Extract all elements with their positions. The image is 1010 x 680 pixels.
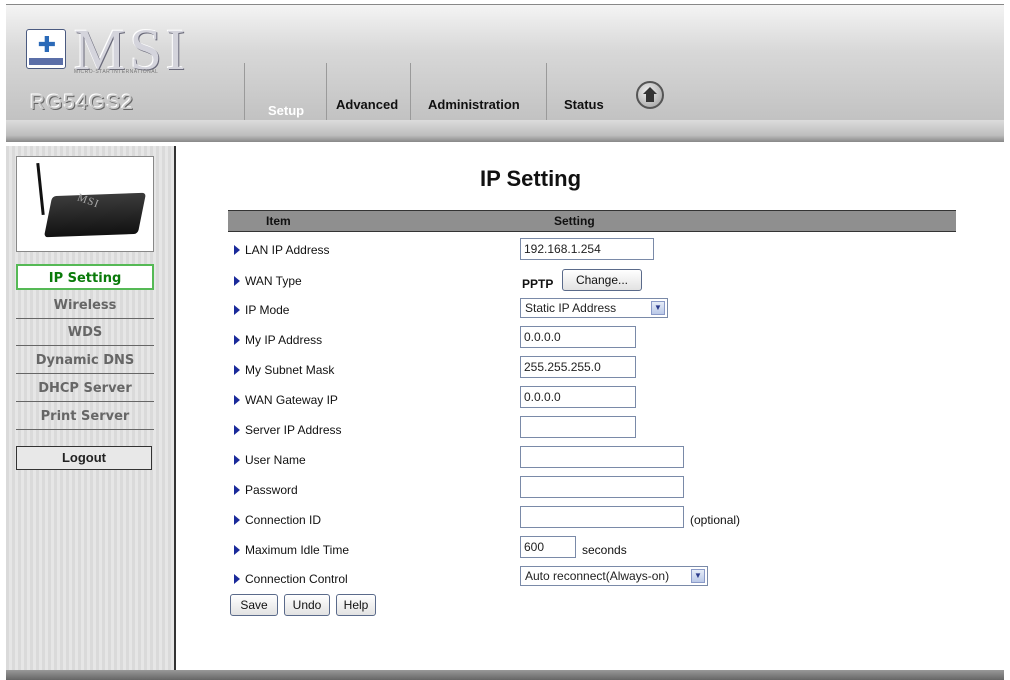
header-sub-bar — [6, 120, 1004, 142]
idle-time-input[interactable]: 600 — [520, 536, 576, 558]
column-header-item: Item — [266, 214, 291, 228]
arrow-right-icon — [234, 425, 240, 435]
header-banner: ✚ MSI MICRO-STAR INTERNATIONAL RG54GS2 S… — [6, 4, 1004, 121]
connection-id-input[interactable] — [520, 506, 684, 528]
connection-control-select[interactable]: Auto reconnect(Always-on) ▼ — [520, 566, 708, 586]
home-icon[interactable] — [636, 81, 664, 109]
row-label-subnet: My Subnet Mask — [234, 363, 334, 377]
sidebar-item-ip-setting[interactable]: IP Setting — [16, 264, 154, 290]
msi-badge-icon: ✚ — [26, 29, 66, 69]
tab-advanced[interactable]: Advanced — [336, 97, 398, 112]
optional-note: (optional) — [690, 513, 741, 527]
msi-logo: ✚ MSI MICRO-STAR INTERNATIONAL — [22, 19, 212, 79]
ip-mode-select[interactable]: Static IP Address ▼ — [520, 298, 668, 318]
router-product-image: MSI — [16, 156, 154, 252]
save-button[interactable]: Save — [230, 594, 278, 616]
nav-divider — [410, 63, 411, 121]
arrow-right-icon — [234, 574, 240, 584]
tab-setup[interactable]: Setup — [268, 103, 304, 118]
nav-divider — [244, 63, 245, 121]
row-label-server-ip: Server IP Address — [234, 423, 342, 437]
nav-divider — [326, 63, 327, 121]
lan-ip-input[interactable]: 192.168.1.254 — [520, 238, 654, 260]
wan-type-value: PPTP — [522, 277, 554, 291]
page-title: IP Setting — [480, 166, 582, 191]
arrow-right-icon — [234, 245, 240, 255]
model-name: RG54GS2 — [30, 91, 134, 114]
wan-gateway-input[interactable]: 0.0.0.0 — [520, 386, 636, 408]
row-label-connection-control: Connection Control — [234, 572, 348, 586]
row-label-my-ip: My IP Address — [234, 333, 322, 347]
row-label-password: Password — [234, 483, 298, 497]
row-label-lan-ip: LAN IP Address — [234, 243, 330, 257]
tab-status[interactable]: Status — [564, 97, 604, 112]
sidebar-item-wds[interactable]: WDS — [16, 320, 154, 346]
row-label-gateway: WAN Gateway IP — [234, 393, 338, 407]
user-name-input[interactable] — [520, 446, 684, 468]
arrow-right-icon — [234, 365, 240, 375]
footer-bar — [6, 670, 1004, 680]
arrow-right-icon — [234, 545, 240, 555]
subnet-mask-input[interactable]: 255.255.255.0 — [520, 356, 636, 378]
sidebar: MSI IP Setting Wireless WDS Dynamic DNS … — [6, 146, 176, 670]
logout-button[interactable]: Logout — [16, 446, 152, 470]
logo-subtitle: MICRO-STAR INTERNATIONAL — [74, 69, 159, 75]
arrow-right-icon — [234, 305, 240, 315]
arrow-right-icon — [234, 395, 240, 405]
arrow-right-icon — [234, 335, 240, 345]
sidebar-item-print-server[interactable]: Print Server — [16, 404, 154, 430]
row-label-idle-time: Maximum Idle Time — [234, 543, 349, 557]
chevron-down-icon[interactable]: ▼ — [691, 569, 705, 583]
sidebar-item-dhcp-server[interactable]: DHCP Server — [16, 376, 154, 402]
row-label-connection-id: Connection ID — [234, 513, 321, 527]
column-header-setting: Setting — [554, 214, 595, 228]
arrow-right-icon — [234, 485, 240, 495]
password-input[interactable] — [520, 476, 684, 498]
arrow-right-icon — [234, 276, 240, 286]
chevron-down-icon[interactable]: ▼ — [651, 301, 665, 315]
row-label-ip-mode: IP Mode — [234, 303, 289, 317]
undo-button[interactable]: Undo — [284, 594, 330, 616]
server-ip-input[interactable] — [520, 416, 636, 438]
table-header: Item Setting — [228, 210, 956, 232]
row-label-user-name: User Name — [234, 453, 306, 467]
tab-administration[interactable]: Administration — [428, 97, 520, 112]
sidebar-item-wireless[interactable]: Wireless — [16, 293, 154, 319]
nav-divider — [546, 63, 547, 121]
arrow-right-icon — [234, 515, 240, 525]
arrow-right-icon — [234, 455, 240, 465]
change-wan-type-button[interactable]: Change... — [562, 269, 642, 291]
my-ip-input[interactable]: 0.0.0.0 — [520, 326, 636, 348]
row-label-wan-type: WAN Type — [234, 274, 302, 288]
sidebar-item-dynamic-dns[interactable]: Dynamic DNS — [16, 348, 154, 374]
idle-time-unit: seconds — [582, 543, 627, 557]
help-button[interactable]: Help — [336, 594, 376, 616]
